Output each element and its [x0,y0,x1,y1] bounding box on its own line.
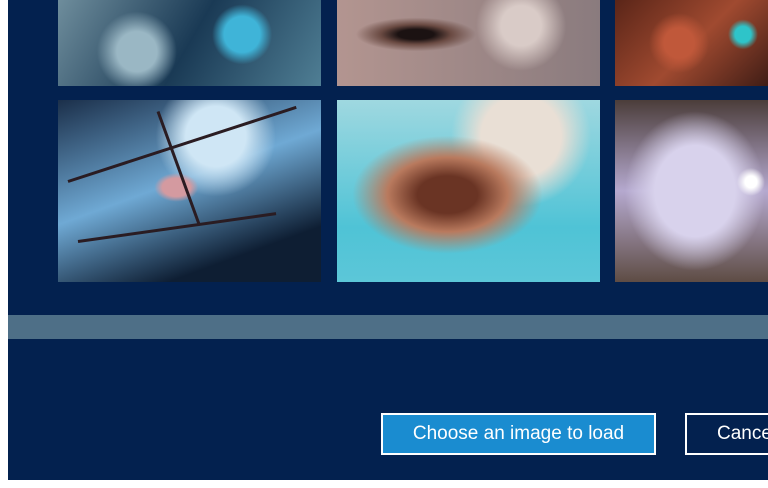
image-tile-3[interactable] [615,0,768,86]
image-picker-panel: Choose an image to load Cance [8,0,768,480]
image-tile-5[interactable] [337,100,600,282]
image-tile-6[interactable] [615,100,768,282]
image-tile-4[interactable] [58,100,321,282]
horizontal-scrollbar[interactable] [8,315,768,339]
image-tile-2[interactable] [337,0,600,86]
image-tile-art [615,0,768,86]
choose-image-button[interactable]: Choose an image to load [381,413,656,455]
cancel-button[interactable]: Cance [685,413,768,455]
image-tile-1[interactable] [58,0,321,86]
image-tile-art [337,0,600,86]
image-tile-art [615,100,768,282]
image-tile-art [337,100,600,282]
image-tile-art [58,100,321,282]
image-tile-art [58,0,321,86]
